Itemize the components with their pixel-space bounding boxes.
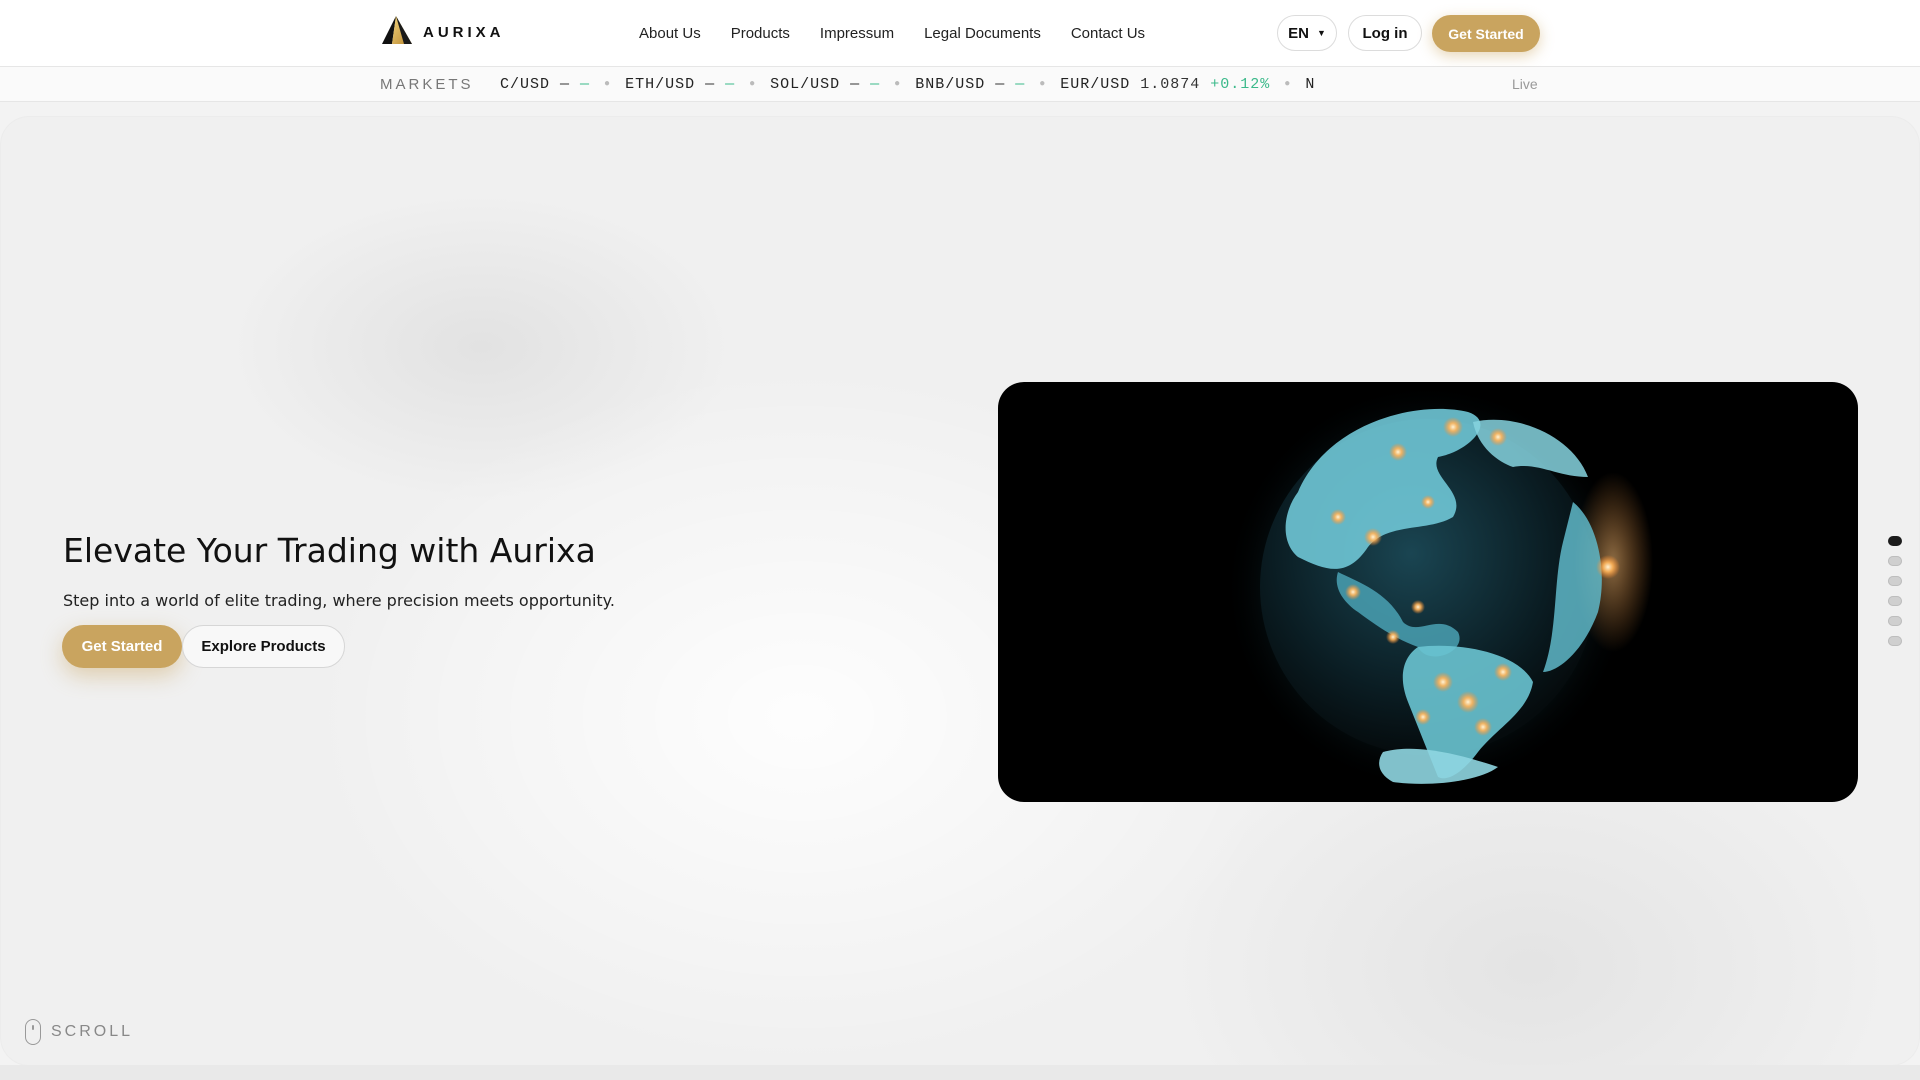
separator-dot-icon: ● [604, 79, 612, 90]
separator-dot-icon: ● [1284, 79, 1292, 90]
hero-get-started-button[interactable]: Get Started [62, 625, 182, 668]
mouse-icon [25, 1019, 41, 1045]
nav-link-contact[interactable]: Contact Us [1071, 25, 1145, 42]
separator-dot-icon: ● [1039, 79, 1047, 90]
login-button[interactable]: Log in [1348, 15, 1422, 51]
section-dot-4[interactable] [1888, 596, 1902, 606]
page-bottom-strip [0, 1065, 1920, 1080]
ticker-price: 1.0874 [1140, 76, 1201, 93]
ticker-change: — [870, 76, 881, 93]
ticker-pair: N [1305, 76, 1316, 93]
ticker-price: — [995, 76, 1006, 93]
section-pagination [1888, 536, 1902, 656]
separator-dot-icon: ● [894, 79, 902, 90]
ticker-change: — [725, 76, 736, 93]
ticker-price: — [560, 76, 571, 93]
ticker-change: +0.12% [1210, 76, 1271, 93]
globe-icon [998, 382, 1858, 802]
section-dot-5[interactable] [1888, 616, 1902, 626]
nav-link-legal-documents[interactable]: Legal Documents [924, 25, 1041, 42]
ticker-pair: BNB/USD [915, 76, 986, 93]
ticker-pair: ETH/USD [625, 76, 696, 93]
ticker-item: C/USD — — ● [500, 76, 611, 93]
ticker-item: ETH/USD — — ● [625, 76, 756, 93]
ticker-item: EUR/USD 1.0874 +0.12% ● [1060, 76, 1291, 93]
header-get-started-button[interactable]: Get Started [1432, 15, 1540, 52]
hero-subtitle: Step into a world of elite trading, wher… [63, 591, 615, 610]
ticker-pair: SOL/USD [770, 76, 841, 93]
ticker-price: — [705, 76, 716, 93]
section-dot-6[interactable] [1888, 636, 1902, 646]
main-nav: About Us Products Impressum Legal Docume… [639, 0, 1145, 67]
scroll-hint[interactable]: SCROLL [25, 1019, 133, 1045]
ticker-item: N [1305, 76, 1335, 93]
explore-products-button[interactable]: Explore Products [182, 625, 345, 668]
section-dot-3[interactable] [1888, 576, 1902, 586]
market-ticker: MARKETS C/USD — — ● ETH/USD — — ● SOL/US… [0, 67, 1920, 102]
hero-title: Elevate Your Trading with Aurixa [63, 531, 596, 570]
ticker-label: MARKETS [380, 76, 474, 93]
separator-dot-icon: ● [749, 79, 757, 90]
ticker-item: SOL/USD — — ● [770, 76, 901, 93]
ticker-change: — [1015, 76, 1026, 93]
triangle-logo-icon [381, 15, 413, 50]
nav-link-about[interactable]: About Us [639, 25, 701, 42]
section-dot-2[interactable] [1888, 556, 1902, 566]
ticker-track: C/USD — — ● ETH/USD — — ● SOL/USD — — ● … [500, 67, 1410, 102]
caret-down-icon: ▼ [1316, 28, 1326, 38]
brand-logo[interactable]: AURIXA [381, 15, 505, 50]
ticker-change: — [580, 76, 591, 93]
language-selector[interactable]: EN ▼ [1277, 15, 1337, 51]
ticker-price: — [850, 76, 861, 93]
ticker-pair: EUR/USD [1060, 76, 1131, 93]
ticker-live-status: Live [1512, 76, 1538, 92]
scroll-label: SCROLL [51, 1023, 134, 1040]
site-header: AURIXA About Us Products Impressum Legal… [0, 0, 1920, 67]
language-value: EN [1288, 24, 1309, 42]
brand-name: AURIXA [423, 23, 505, 41]
hero-media-card [998, 382, 1858, 802]
ticker-item: BNB/USD — — ● [915, 76, 1046, 93]
hero-section: Elevate Your Trading with Aurixa Step in… [1, 117, 1919, 1065]
section-dot-1[interactable] [1888, 536, 1902, 546]
nav-link-impressum[interactable]: Impressum [820, 25, 894, 42]
ticker-pair: C/USD [500, 76, 551, 93]
nav-link-products[interactable]: Products [731, 25, 790, 42]
